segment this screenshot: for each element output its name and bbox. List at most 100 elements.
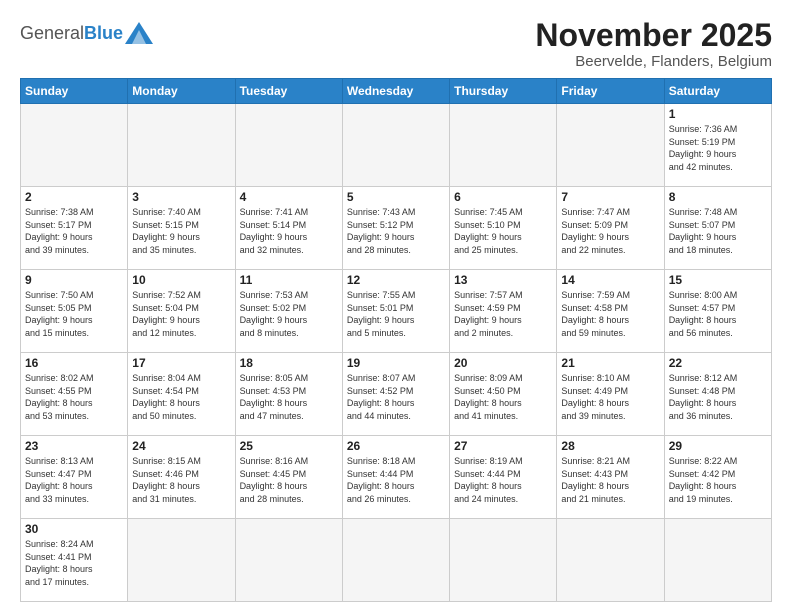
table-row: 26 Sunrise: 8:18 AM Sunset: 4:44 PM Dayli…: [342, 436, 449, 519]
day-info: Sunrise: 8:12 AM Sunset: 4:48 PM Dayligh…: [669, 372, 767, 422]
table-row: [128, 519, 235, 602]
day-info: Sunrise: 8:13 AM Sunset: 4:47 PM Dayligh…: [25, 455, 123, 505]
title-block: November 2025 Beervelde, Flanders, Belgi…: [535, 18, 772, 70]
table-row: 4 Sunrise: 7:41 AM Sunset: 5:14 PM Daylig…: [235, 187, 342, 270]
day-info: Sunrise: 8:00 AM Sunset: 4:57 PM Dayligh…: [669, 289, 767, 339]
table-row: 12 Sunrise: 7:55 AM Sunset: 5:01 PM Dayli…: [342, 270, 449, 353]
day-info: Sunrise: 8:24 AM Sunset: 4:41 PM Dayligh…: [25, 538, 123, 588]
day-info: Sunrise: 8:07 AM Sunset: 4:52 PM Dayligh…: [347, 372, 445, 422]
table-row: 15Sunrise: 8:00 AM Sunset: 4:57 PM Dayli…: [664, 270, 771, 353]
day-info: Sunrise: 7:41 AM Sunset: 5:14 PM Dayligh…: [240, 206, 338, 256]
day-info: Sunrise: 8:16 AM Sunset: 4:45 PM Dayligh…: [240, 455, 338, 505]
day-info: Sunrise: 8:15 AM Sunset: 4:46 PM Dayligh…: [132, 455, 230, 505]
day-info: Sunrise: 7:47 AM Sunset: 5:09 PM Dayligh…: [561, 206, 659, 256]
day-info: Sunrise: 8:22 AM Sunset: 4:42 PM Dayligh…: [669, 455, 767, 505]
day-info: Sunrise: 8:18 AM Sunset: 4:44 PM Dayligh…: [347, 455, 445, 505]
table-row: 5 Sunrise: 7:43 AM Sunset: 5:12 PM Daylig…: [342, 187, 449, 270]
col-thursday: Thursday: [450, 79, 557, 104]
table-row: [21, 104, 128, 187]
table-row: [450, 104, 557, 187]
day-info: Sunrise: 7:59 AM Sunset: 4:58 PM Dayligh…: [561, 289, 659, 339]
day-number: 24: [132, 439, 230, 453]
day-number: 27: [454, 439, 552, 453]
day-number: 9: [25, 273, 123, 287]
day-number: 23: [25, 439, 123, 453]
day-info: Sunrise: 7:53 AM Sunset: 5:02 PM Dayligh…: [240, 289, 338, 339]
calendar-table: Sunday Monday Tuesday Wednesday Thursday…: [20, 78, 772, 602]
table-row: [235, 519, 342, 602]
table-row: 1Sunrise: 7:36 AM Sunset: 5:19 PM Daylig…: [664, 104, 771, 187]
day-number: 28: [561, 439, 659, 453]
table-row: 28 Sunrise: 8:21 AM Sunset: 4:43 PM Dayli…: [557, 436, 664, 519]
table-row: 17Sunrise: 8:04 AM Sunset: 4:54 PM Dayli…: [128, 353, 235, 436]
table-row: 25Sunrise: 8:16 AM Sunset: 4:45 PM Dayli…: [235, 436, 342, 519]
day-info: Sunrise: 7:36 AM Sunset: 5:19 PM Dayligh…: [669, 123, 767, 173]
day-number: 21: [561, 356, 659, 370]
calendar-week-row: 16Sunrise: 8:02 AM Sunset: 4:55 PM Dayli…: [21, 353, 772, 436]
day-number: 11: [240, 273, 338, 287]
table-row: 20Sunrise: 8:09 AM Sunset: 4:50 PM Dayli…: [450, 353, 557, 436]
month-year: November 2025: [535, 18, 772, 53]
day-number: 29: [669, 439, 767, 453]
table-row: [342, 104, 449, 187]
table-row: [128, 104, 235, 187]
table-row: [557, 519, 664, 602]
calendar-week-row: 1Sunrise: 7:36 AM Sunset: 5:19 PM Daylig…: [21, 104, 772, 187]
day-number: 3: [132, 190, 230, 204]
day-info: Sunrise: 7:38 AM Sunset: 5:17 PM Dayligh…: [25, 206, 123, 256]
day-number: 19: [347, 356, 445, 370]
day-number: 17: [132, 356, 230, 370]
calendar-week-row: 9 Sunrise: 7:50 AM Sunset: 5:05 PM Daylig…: [21, 270, 772, 353]
table-row: 24 Sunrise: 8:15 AM Sunset: 4:46 PM Dayli…: [128, 436, 235, 519]
table-row: 7 Sunrise: 7:47 AM Sunset: 5:09 PM Daylig…: [557, 187, 664, 270]
table-row: [557, 104, 664, 187]
day-info: Sunrise: 7:48 AM Sunset: 5:07 PM Dayligh…: [669, 206, 767, 256]
day-info: Sunrise: 7:55 AM Sunset: 5:01 PM Dayligh…: [347, 289, 445, 339]
table-row: 2 Sunrise: 7:38 AM Sunset: 5:17 PM Daylig…: [21, 187, 128, 270]
day-info: Sunrise: 7:52 AM Sunset: 5:04 PM Dayligh…: [132, 289, 230, 339]
day-number: 18: [240, 356, 338, 370]
table-row: 19 Sunrise: 8:07 AM Sunset: 4:52 PM Dayli…: [342, 353, 449, 436]
col-wednesday: Wednesday: [342, 79, 449, 104]
table-row: 21Sunrise: 8:10 AM Sunset: 4:49 PM Dayli…: [557, 353, 664, 436]
table-row: 29 Sunrise: 8:22 AM Sunset: 4:42 PM Dayli…: [664, 436, 771, 519]
day-number: 20: [454, 356, 552, 370]
day-number: 14: [561, 273, 659, 287]
day-info: Sunrise: 8:21 AM Sunset: 4:43 PM Dayligh…: [561, 455, 659, 505]
col-monday: Monday: [128, 79, 235, 104]
col-sunday: Sunday: [21, 79, 128, 104]
day-info: Sunrise: 7:50 AM Sunset: 5:05 PM Dayligh…: [25, 289, 123, 339]
day-number: 2: [25, 190, 123, 204]
day-info: Sunrise: 7:45 AM Sunset: 5:10 PM Dayligh…: [454, 206, 552, 256]
col-friday: Friday: [557, 79, 664, 104]
table-row: 10 Sunrise: 7:52 AM Sunset: 5:04 PM Dayli…: [128, 270, 235, 353]
day-number: 26: [347, 439, 445, 453]
calendar-week-row: 23 Sunrise: 8:13 AM Sunset: 4:47 PM Dayli…: [21, 436, 772, 519]
day-info: Sunrise: 8:19 AM Sunset: 4:44 PM Dayligh…: [454, 455, 552, 505]
table-row: 9 Sunrise: 7:50 AM Sunset: 5:05 PM Daylig…: [21, 270, 128, 353]
header: GeneralBlue November 2025 Beervelde, Fla…: [20, 18, 772, 70]
day-info: Sunrise: 7:43 AM Sunset: 5:12 PM Dayligh…: [347, 206, 445, 256]
table-row: 6Sunrise: 7:45 AM Sunset: 5:10 PM Daylig…: [450, 187, 557, 270]
day-number: 8: [669, 190, 767, 204]
table-row: 13Sunrise: 7:57 AM Sunset: 4:59 PM Dayli…: [450, 270, 557, 353]
day-number: 5: [347, 190, 445, 204]
day-number: 4: [240, 190, 338, 204]
day-number: 30: [25, 522, 123, 536]
table-row: 23 Sunrise: 8:13 AM Sunset: 4:47 PM Dayli…: [21, 436, 128, 519]
day-number: 16: [25, 356, 123, 370]
table-row: 22Sunrise: 8:12 AM Sunset: 4:48 PM Dayli…: [664, 353, 771, 436]
table-row: [235, 104, 342, 187]
table-row: [664, 519, 771, 602]
day-number: 7: [561, 190, 659, 204]
calendar-header-row: Sunday Monday Tuesday Wednesday Thursday…: [21, 79, 772, 104]
calendar-week-row: 2 Sunrise: 7:38 AM Sunset: 5:17 PM Daylig…: [21, 187, 772, 270]
day-info: Sunrise: 7:57 AM Sunset: 4:59 PM Dayligh…: [454, 289, 552, 339]
day-number: 10: [132, 273, 230, 287]
calendar-week-row: 30 Sunrise: 8:24 AM Sunset: 4:41 PM Dayli…: [21, 519, 772, 602]
table-row: 27 Sunrise: 8:19 AM Sunset: 4:44 PM Dayli…: [450, 436, 557, 519]
table-row: 11 Sunrise: 7:53 AM Sunset: 5:02 PM Dayli…: [235, 270, 342, 353]
day-info: Sunrise: 8:05 AM Sunset: 4:53 PM Dayligh…: [240, 372, 338, 422]
day-number: 12: [347, 273, 445, 287]
logo: GeneralBlue: [20, 22, 153, 44]
